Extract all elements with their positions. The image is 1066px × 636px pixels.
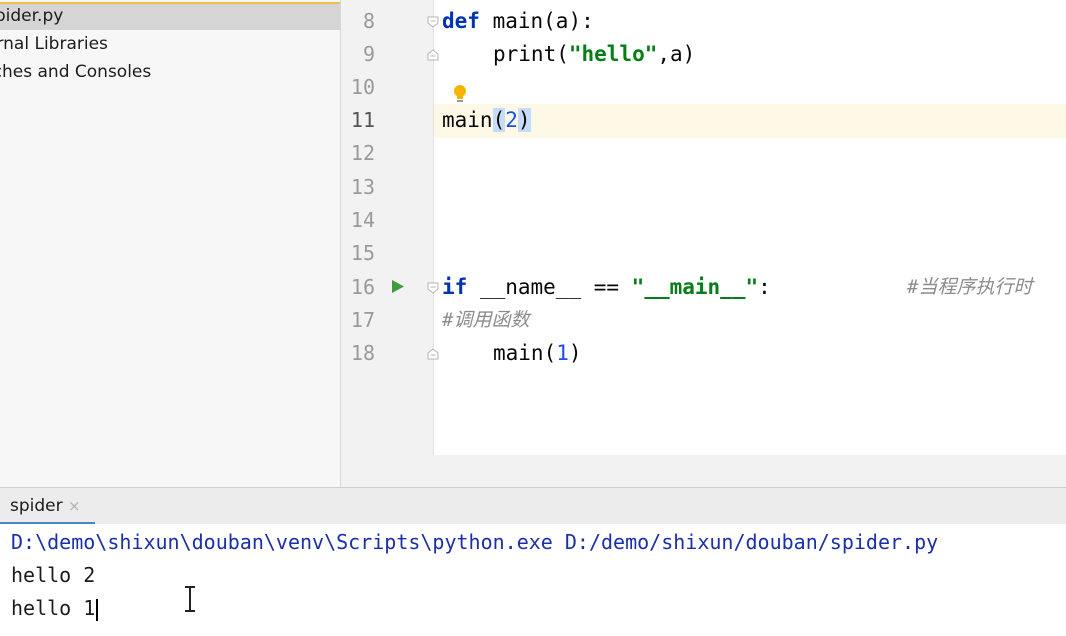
- run-tab[interactable]: spider ×: [0, 488, 95, 525]
- keyword: def: [442, 9, 480, 33]
- code-line-16: if __name__ == "__main__":: [442, 271, 771, 304]
- console-output-line: hello 1: [11, 592, 99, 625]
- code-editor[interactable]: 8 9 10 11 12 13 14 15 16 17 18 def main(…: [341, 0, 1066, 487]
- tree-item-label: spider.py: [0, 6, 64, 26]
- code-text: print(: [493, 42, 569, 66]
- text-caret: [96, 598, 99, 621]
- code-line-11: main(2): [442, 104, 531, 137]
- string-literal: "hello": [568, 42, 658, 66]
- fold-icon[interactable]: [427, 49, 439, 61]
- code-text: ,a): [657, 42, 696, 66]
- line-number: 8: [362, 9, 375, 33]
- line-number: 9: [362, 42, 375, 66]
- keyword: if: [442, 275, 468, 299]
- gutter-separator: [433, 0, 434, 455]
- run-toolwindow-header: spider ×: [0, 487, 1066, 525]
- fold-icon[interactable]: [427, 282, 439, 294]
- code-line-8: def main(a):: [442, 5, 594, 38]
- code-text: __name__ ==: [467, 275, 632, 299]
- number-literal: 2: [505, 108, 518, 132]
- code-text: main(a):: [479, 9, 594, 33]
- brace-highlight: ): [517, 108, 531, 132]
- string-literal: "__main__": [631, 275, 759, 299]
- code-line-18: main(1): [493, 337, 582, 370]
- number-literal: 1: [556, 341, 569, 365]
- code-comment: #当程序执行时: [907, 276, 1033, 298]
- line-number: 17: [350, 308, 375, 332]
- lightbulb-icon[interactable]: [452, 84, 468, 104]
- brace-highlight: (: [492, 108, 506, 132]
- code-text: main: [442, 108, 493, 132]
- project-panel: spider.py ernal Libraries tches and Cons…: [0, 0, 341, 487]
- line-number: 16: [350, 275, 375, 299]
- tree-item-label: tches and Consoles: [0, 62, 152, 82]
- console-command-line: D:\demo\shixun\douban\venv\Scripts\pytho…: [11, 530, 939, 554]
- line-number: 10: [350, 75, 375, 99]
- tree-item-label: ernal Libraries: [0, 34, 108, 54]
- close-icon[interactable]: ×: [68, 488, 81, 525]
- fold-icon[interactable]: [427, 348, 439, 360]
- code-text: :: [758, 275, 771, 299]
- fold-icon[interactable]: [427, 16, 439, 28]
- console-output-line: hello 2: [11, 563, 96, 587]
- line-number: 15: [350, 241, 375, 265]
- line-number: 13: [350, 175, 375, 199]
- code-line-17: #调用函数: [442, 309, 530, 331]
- text-cursor-icon: [185, 586, 195, 612]
- run-tab-label: spider: [10, 496, 63, 516]
- line-number: 12: [350, 141, 375, 165]
- code-text: main(: [493, 341, 557, 365]
- line-number: 18: [350, 341, 375, 365]
- line-number-current: 11: [350, 108, 375, 132]
- run-console[interactable]: D:\demo\shixun\douban\venv\Scripts\pytho…: [0, 524, 1066, 636]
- editor-bottom-area: [341, 455, 1066, 487]
- code-text: ): [568, 341, 582, 365]
- run-icon[interactable]: [391, 279, 405, 294]
- console-output-text: hello 1: [11, 596, 96, 620]
- line-number: 14: [350, 208, 375, 232]
- tree-item-spider-py[interactable]: spider.py: [0, 2, 340, 30]
- code-line-9: print("hello",a): [493, 38, 695, 71]
